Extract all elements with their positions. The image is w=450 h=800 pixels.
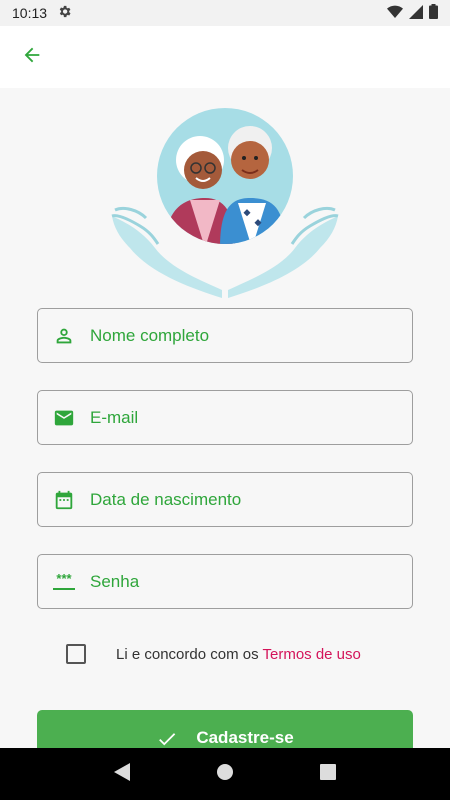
- battery-icon: [429, 4, 438, 22]
- calendar-icon: [52, 488, 76, 512]
- name-placeholder: Nome completo: [90, 325, 210, 345]
- email-placeholder: E-mail: [90, 407, 139, 427]
- circle-home-icon: [216, 763, 234, 786]
- nav-home-button[interactable]: [205, 754, 245, 794]
- nav-back-button[interactable]: [102, 754, 142, 794]
- birthdate-field[interactable]: Data de nascimento: [37, 472, 413, 527]
- password-icon: ***: [52, 570, 76, 594]
- email-icon: [52, 406, 76, 430]
- status-time: 10:13: [12, 5, 48, 21]
- email-field[interactable]: E-mail: [37, 390, 413, 445]
- nav-recents-button[interactable]: [308, 754, 348, 794]
- square-recents-icon: [320, 763, 337, 785]
- register-button[interactable]: Cadastre-se: [37, 710, 413, 748]
- settings-gear-icon: [57, 4, 72, 22]
- app-bar: [0, 26, 450, 88]
- terms-label: Li e concordo com os: [116, 645, 263, 663]
- triangle-back-icon: [113, 762, 130, 786]
- arrow-back-icon: [21, 44, 43, 71]
- register-button-label: Cadastre-se: [196, 728, 294, 747]
- terms-row: Li e concordo com os Termos de uso: [66, 644, 361, 664]
- terms-text: Li e concordo com os Termos de uso: [116, 646, 361, 663]
- name-field[interactable]: Nome completo: [37, 308, 413, 363]
- password-icon-stars: ***: [56, 570, 72, 586]
- wifi-icon: [387, 5, 403, 22]
- birthdate-placeholder: Data de nascimento: [90, 489, 242, 509]
- check-icon: [156, 728, 178, 748]
- terms-link[interactable]: Termos de uso: [262, 646, 360, 663]
- status-bar: 10:13: [0, 0, 450, 26]
- terms-checkbox[interactable]: [66, 644, 86, 664]
- password-placeholder: Senha: [90, 571, 140, 591]
- system-nav-bar: [0, 748, 450, 800]
- elderly-couple-illustration: [110, 98, 340, 298]
- register-form: Nome completo E-mail Data de nascimento …: [0, 88, 450, 748]
- password-field[interactable]: *** Senha: [37, 554, 413, 609]
- signal-icon: [409, 4, 423, 22]
- back-button[interactable]: [18, 43, 46, 71]
- person-icon: [52, 324, 76, 348]
